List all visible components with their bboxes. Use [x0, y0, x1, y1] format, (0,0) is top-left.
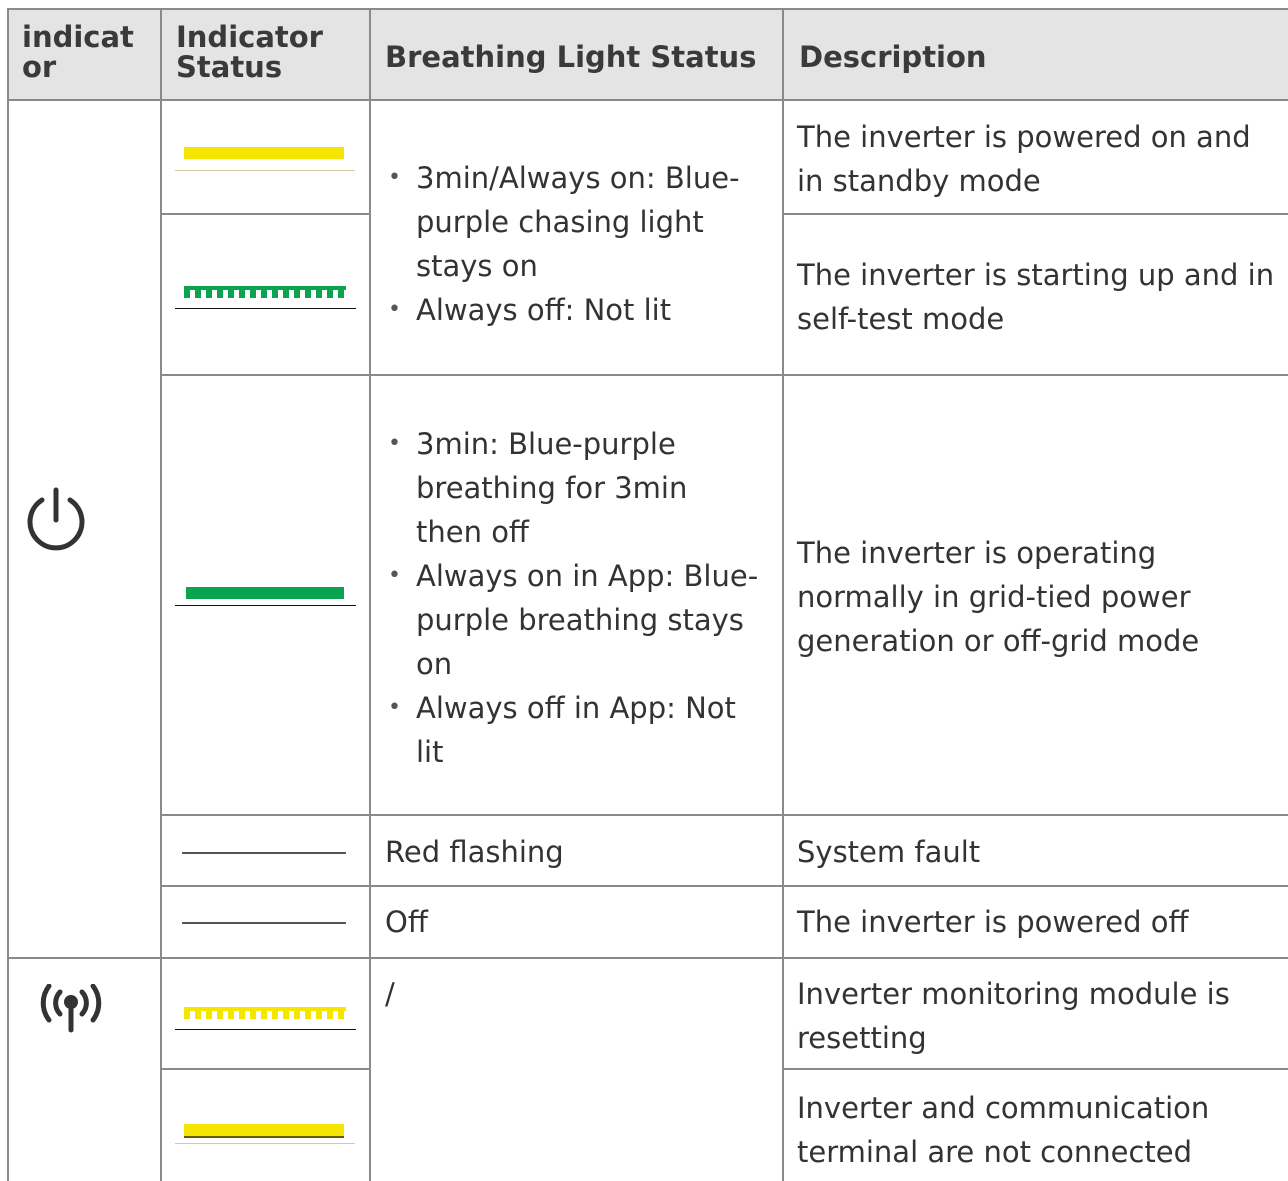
breathing-status-off: Off: [385, 905, 428, 939]
description-disconnected: Inverter and communication terminal are …: [797, 1091, 1210, 1169]
header-indicator: indicat or: [22, 20, 134, 84]
list-item: 3min: Blue-purple breathing for 3min the…: [372, 422, 777, 554]
list-item: Always on in App: Blue- purple breathing…: [372, 554, 777, 686]
indicator-flashing-yellow-reset: [184, 1007, 346, 1019]
description-selftest: The inverter is starting up and in self-…: [797, 258, 1275, 336]
header-breathing-light-status: Breathing Light Status: [385, 40, 757, 74]
breathing-status-normal: 3min: Blue-purple breathing for 3min the…: [372, 422, 777, 774]
breathing-status-fault: Red flashing: [385, 835, 564, 869]
header-description: Description: [799, 40, 987, 74]
indicator-off-line: [182, 922, 346, 924]
indicator-solid-green-normal: [186, 587, 344, 599]
wireless-signal-icon: [40, 984, 102, 1033]
description-standby: The inverter is powered on and in standb…: [797, 120, 1251, 198]
indicator-underline: [175, 1029, 356, 1030]
indicator-solid-yellow-disconnected: [184, 1124, 344, 1138]
indicator-underline: [175, 605, 356, 606]
header-indicator-status: Indicator Status: [176, 20, 323, 84]
breathing-status-reset: /: [385, 977, 395, 1011]
indicator-fault-line: [182, 852, 346, 854]
list-item: Always off: Not lit: [372, 288, 777, 332]
description-fault: System fault: [797, 835, 981, 869]
list-item: Always off in App: Not lit: [372, 686, 777, 774]
indicator-solid-yellow-standby: [184, 147, 344, 159]
breathing-status-standby-selftest: 3min/Always on: Blue- purple chasing lig…: [372, 156, 777, 332]
indicator-underline: [175, 308, 356, 309]
list-item: 3min/Always on: Blue- purple chasing lig…: [372, 156, 777, 288]
description-normal: The inverter is operating normally in gr…: [797, 536, 1200, 658]
description-reset: Inverter monitoring module is resetting: [797, 977, 1230, 1055]
indicator-underline: [175, 170, 355, 171]
description-off: The inverter is powered off: [797, 905, 1189, 939]
indicator-underline: [175, 1143, 355, 1144]
power-icon: [27, 487, 85, 551]
indicator-flashing-green-selftest: [184, 286, 346, 298]
